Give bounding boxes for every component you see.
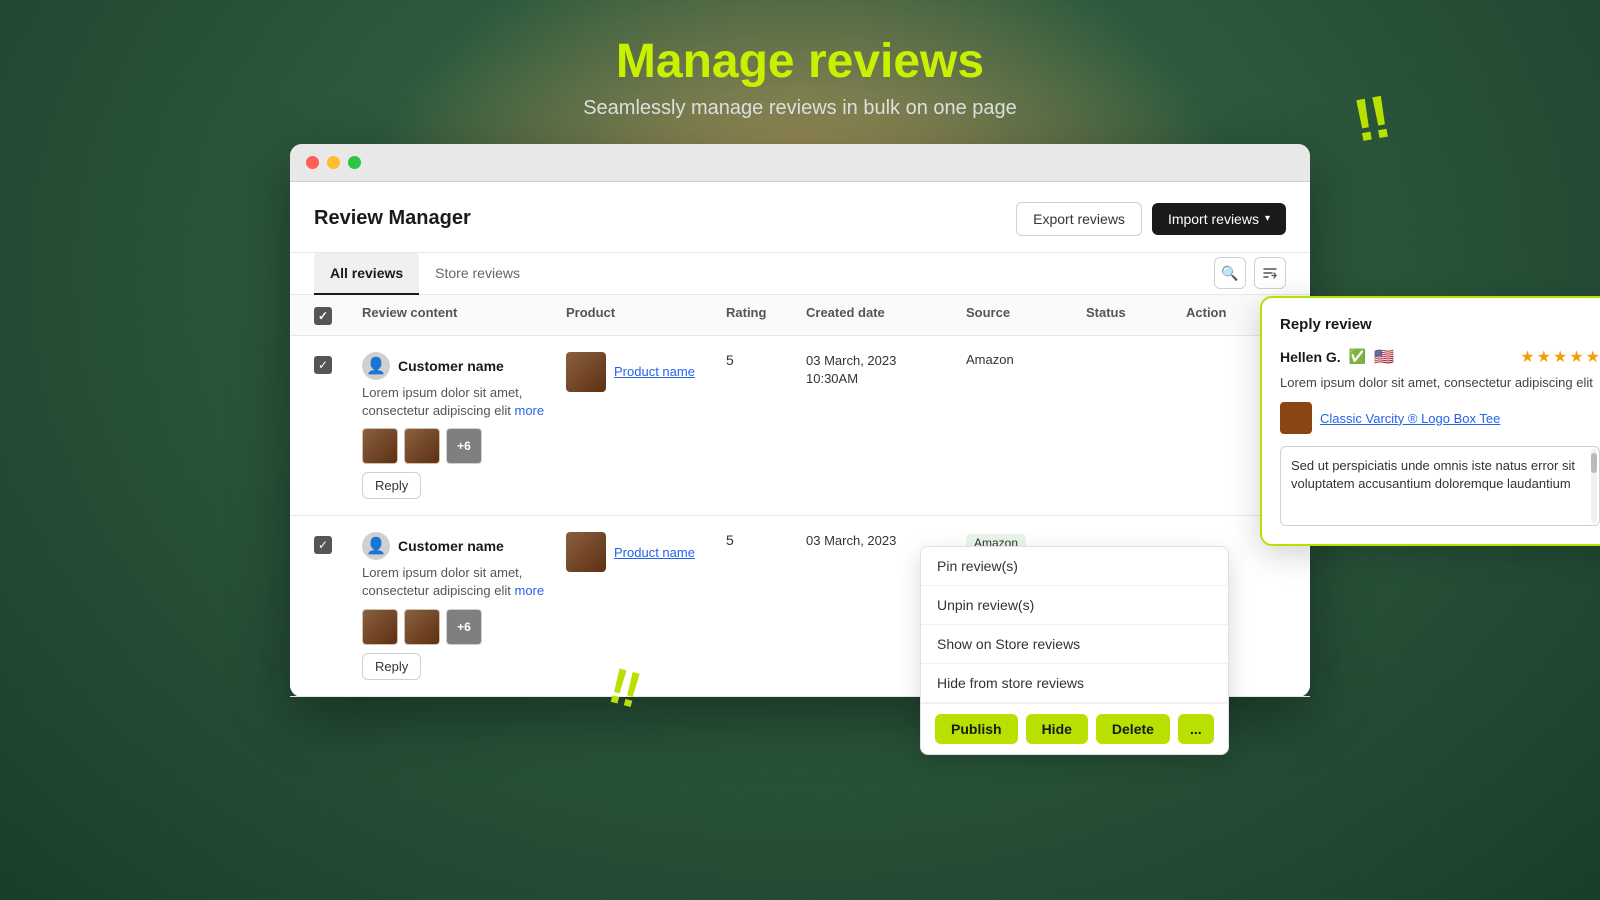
table-row: 👤 Customer name Lorem ipsum dolor sit am…: [290, 516, 1310, 696]
row2-rating: 5: [726, 532, 806, 548]
tabs: All reviews Store reviews: [314, 253, 536, 294]
more-button[interactable]: ...: [1178, 714, 1214, 744]
row2-avatar: 👤: [362, 532, 390, 560]
table-row: 👤 Customer name Lorem ipsum dolor sit am…: [290, 336, 1310, 516]
row1-product: Product name: [566, 352, 726, 392]
reply-product-thumb: [1280, 402, 1312, 434]
row1-date: 03 March, 2023 10:30AM: [806, 352, 966, 388]
action-buttons-row: Publish Hide Delete ...: [921, 703, 1228, 754]
titlebar: [290, 144, 1310, 182]
row2-product-name[interactable]: Product name: [614, 545, 695, 560]
reply-panel: Reply review Hellen G. ✅ 🇺🇸 ★ ★ ★ ★ ★: [1260, 296, 1600, 547]
maximize-button[interactable]: [348, 156, 361, 169]
close-button[interactable]: [306, 156, 319, 169]
row1-img-more[interactable]: +6: [446, 428, 482, 464]
stars-row: ★ ★ ★ ★ ★: [1520, 347, 1600, 367]
row1-review-content: 👤 Customer name Lorem ipsum dolor sit am…: [362, 352, 566, 499]
top-bar: Review Manager Export reviews Import rev…: [290, 182, 1310, 253]
export-reviews-button[interactable]: Export reviews: [1016, 202, 1142, 236]
import-reviews-button[interactable]: Import reviews ▾: [1152, 203, 1286, 235]
col-product: Product: [566, 305, 726, 325]
reply-review-text: Lorem ipsum dolor sit amet, consectetur …: [1280, 373, 1600, 393]
table-header: Review content Product Rating Created da…: [290, 295, 1310, 336]
page-title: Manage reviews: [583, 36, 1017, 89]
select-all-checkbox[interactable]: [314, 307, 332, 325]
app-window: ‼ ‼ Review Manager Export reviews Import…: [290, 144, 1310, 697]
dropdown-hide-store[interactable]: Hide from store reviews: [921, 664, 1228, 703]
row1-product-name[interactable]: Product name: [614, 364, 695, 379]
scrollbar-thumb[interactable]: [1591, 453, 1597, 473]
reply-panel-title: Reply review: [1280, 316, 1600, 333]
row1-checkbox[interactable]: [314, 356, 332, 374]
app-content: Review Manager Export reviews Import rev…: [290, 182, 1310, 697]
star1: ★: [1520, 347, 1534, 367]
star3: ★: [1553, 347, 1567, 367]
row2-product: Product name: [566, 532, 726, 572]
reply-product-row: Classic Varcity ® Logo Box Tee: [1280, 402, 1600, 434]
chevron-down-icon: ▾: [1265, 213, 1270, 224]
star5: ★: [1586, 347, 1600, 367]
scrollbar-track: [1591, 449, 1597, 523]
action-dropdown: Pin review(s) Unpin review(s) Show on St…: [920, 546, 1229, 755]
table: Review content Product Rating Created da…: [290, 295, 1310, 697]
row2-more-link[interactable]: more: [514, 583, 544, 598]
row1-customer-name: Customer name: [398, 358, 504, 374]
decoration-exclaim-right: ‼: [1348, 81, 1396, 155]
reply-product-name[interactable]: Classic Varcity ® Logo Box Tee: [1320, 411, 1500, 426]
dropdown-pin[interactable]: Pin review(s): [921, 547, 1228, 586]
flag-icon: 🇺🇸: [1374, 347, 1394, 367]
page-header: Manage reviews Seamlessly manage reviews…: [583, 0, 1017, 120]
col-status: Status: [1086, 305, 1186, 325]
tabs-bar: All reviews Store reviews 🔍: [290, 253, 1310, 295]
search-icon: 🔍: [1221, 265, 1238, 282]
page-subtitle: Seamlessly manage reviews in bulk on one…: [583, 97, 1017, 120]
row2-review-content: 👤 Customer name Lorem ipsum dolor sit am…: [362, 532, 566, 679]
row2-img2: [404, 609, 440, 645]
delete-button[interactable]: Delete: [1096, 714, 1170, 744]
verified-badge-icon: ✅: [1349, 348, 1366, 365]
row1-source: Amazon: [966, 352, 1086, 367]
star4: ★: [1569, 347, 1583, 367]
row1-reply-button[interactable]: Reply: [362, 472, 421, 499]
row1-more-link[interactable]: more: [514, 403, 544, 418]
col-created-date: Created date: [806, 305, 966, 325]
star2: ★: [1537, 347, 1551, 367]
search-filter-icon[interactable]: 🔍: [1214, 257, 1246, 289]
row1-product-thumb: [566, 352, 606, 392]
top-bar-actions: Export reviews Import reviews ▾: [1016, 202, 1286, 236]
row1-images: +6: [362, 428, 556, 464]
reply-textarea-container: [1280, 446, 1600, 526]
publish-button[interactable]: Publish: [935, 714, 1018, 744]
row1-img2: [404, 428, 440, 464]
hide-button[interactable]: Hide: [1026, 714, 1088, 744]
dropdown-unpin[interactable]: Unpin review(s): [921, 586, 1228, 625]
dropdown-show-store[interactable]: Show on Store reviews: [921, 625, 1228, 664]
col-source: Source: [966, 305, 1086, 325]
col-review-content: Review content: [362, 305, 566, 325]
tab-actions: 🔍: [1214, 257, 1286, 289]
row1-avatar: 👤: [362, 352, 390, 380]
row2-img-more[interactable]: +6: [446, 609, 482, 645]
tab-all-reviews[interactable]: All reviews: [314, 253, 419, 295]
row1-rating: 5: [726, 352, 806, 368]
row2-img1: [362, 609, 398, 645]
reply-textarea[interactable]: [1281, 447, 1585, 526]
row1-review-text: Lorem ipsum dolor sit amet, consectetur …: [362, 384, 556, 420]
row2-customer-name: Customer name: [398, 538, 504, 554]
row2-review-text: Lorem ipsum dolor sit amet, consectetur …: [362, 564, 556, 600]
app-title: Review Manager: [314, 207, 471, 230]
row2-reply-button[interactable]: Reply: [362, 653, 421, 680]
reply-reviewer-row: Hellen G. ✅ 🇺🇸 ★ ★ ★ ★ ★: [1280, 347, 1600, 367]
row2-product-thumb: [566, 532, 606, 572]
col-rating: Rating: [726, 305, 806, 325]
row2-checkbox[interactable]: [314, 536, 332, 554]
reviewer-name: Hellen G.: [1280, 349, 1341, 365]
row1-img1: [362, 428, 398, 464]
tab-store-reviews[interactable]: Store reviews: [419, 253, 536, 295]
minimize-button[interactable]: [327, 156, 340, 169]
row2-images: +6: [362, 609, 556, 645]
sort-icon[interactable]: [1254, 257, 1286, 289]
